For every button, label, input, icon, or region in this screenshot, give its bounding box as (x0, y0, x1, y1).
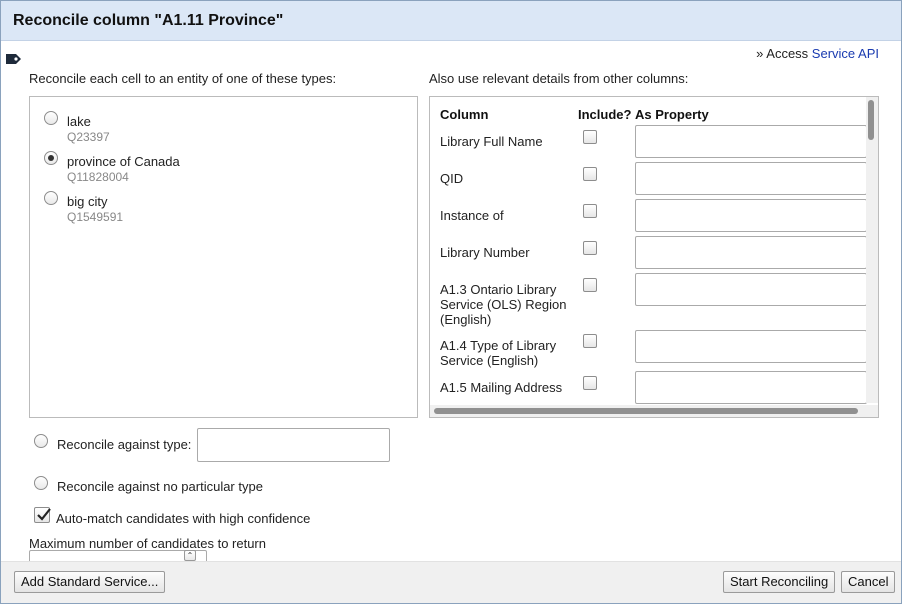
include-checkbox[interactable] (583, 241, 597, 255)
columns-section-label: Also use relevant details from other col… (429, 71, 689, 86)
column-row-label: Instance of (440, 208, 504, 223)
include-checkbox[interactable] (583, 167, 597, 181)
type-radio-lake[interactable] (44, 111, 58, 125)
against-type-label: Reconcile against type: (57, 437, 192, 452)
dialog-titlebar[interactable]: Reconcile column "A1.11 Province" (1, 1, 901, 41)
horizontal-scrollbar[interactable] (430, 405, 878, 417)
columns-table: Column Include? As Property Library Full… (429, 96, 879, 418)
include-checkbox[interactable] (583, 130, 597, 144)
property-input[interactable] (635, 273, 867, 306)
dialog-title: Reconcile column "A1.11 Province" (13, 12, 284, 29)
against-type-radio[interactable] (34, 434, 48, 448)
no-type-label: Reconcile against no particular type (57, 479, 263, 494)
start-reconciling-button[interactable]: Start Reconciling (723, 571, 836, 593)
property-input[interactable] (635, 330, 867, 363)
column-row-label: A1.4 Type of Library Service (English) (440, 338, 557, 368)
automatch-checkbox[interactable] (34, 507, 51, 523)
property-input[interactable] (635, 199, 867, 232)
include-checkbox[interactable] (583, 278, 597, 292)
property-header: As Property (635, 107, 709, 122)
type-radio-big-city[interactable] (44, 191, 58, 205)
automatch-label: Auto-match candidates with high confiden… (56, 511, 311, 526)
chevron-up-icon[interactable]: ⌃ (184, 550, 196, 561)
property-input[interactable] (635, 236, 867, 269)
column-header: Column (440, 107, 489, 122)
type-name: big city (67, 194, 108, 209)
include-header: Include? (578, 107, 632, 122)
include-checkbox[interactable] (583, 376, 597, 390)
property-input[interactable] (635, 125, 867, 158)
column-row-label: A1.3 Ontario Library Service (OLS) Regio… (440, 282, 567, 327)
include-checkbox[interactable] (583, 204, 597, 218)
against-type-input[interactable] (197, 428, 390, 462)
type-radio-province-of-canada[interactable] (44, 151, 58, 165)
add-standard-service-button[interactable]: Add Standard Service... (14, 571, 166, 593)
vertical-scroll-thumb[interactable] (868, 100, 874, 140)
max-candidates-label: Maximum number of candidates to return (29, 536, 266, 551)
type-name: lake (67, 114, 91, 129)
type-id: Q1549591 (67, 210, 124, 224)
horizontal-scroll-thumb[interactable] (434, 408, 858, 414)
column-row-label: A1.5 Mailing Address (440, 380, 563, 395)
property-input[interactable] (635, 162, 867, 195)
access-prefix: » Access (756, 46, 812, 61)
column-row-label: Library Full Name (440, 134, 543, 149)
type-id: Q23397 (67, 130, 110, 144)
vertical-scrollbar[interactable] (866, 97, 878, 403)
types-section-label: Reconcile each cell to an entity of one … (29, 71, 337, 86)
reconcile-dialog: Reconcile column "A1.11 Province" » Acce… (0, 0, 902, 604)
tag-icon[interactable] (4, 50, 24, 68)
service-api-access: » Access Service API (756, 46, 879, 61)
type-id: Q11828004 (67, 170, 129, 184)
type-name: province of Canada (67, 154, 180, 169)
dialog-footer: Add Standard Service... Start Reconcilin… (1, 561, 901, 603)
include-checkbox[interactable] (583, 334, 597, 348)
cancel-button[interactable]: Cancel (841, 571, 896, 593)
service-api-link[interactable]: Service API (812, 46, 879, 61)
property-input[interactable] (635, 371, 867, 404)
types-list: lake Q23397 province of Canada Q11828004… (29, 96, 418, 418)
column-row-label: QID (440, 171, 464, 186)
checkmark-icon (37, 508, 51, 521)
no-type-radio[interactable] (34, 476, 48, 490)
column-row-label: Library Number (440, 245, 530, 260)
